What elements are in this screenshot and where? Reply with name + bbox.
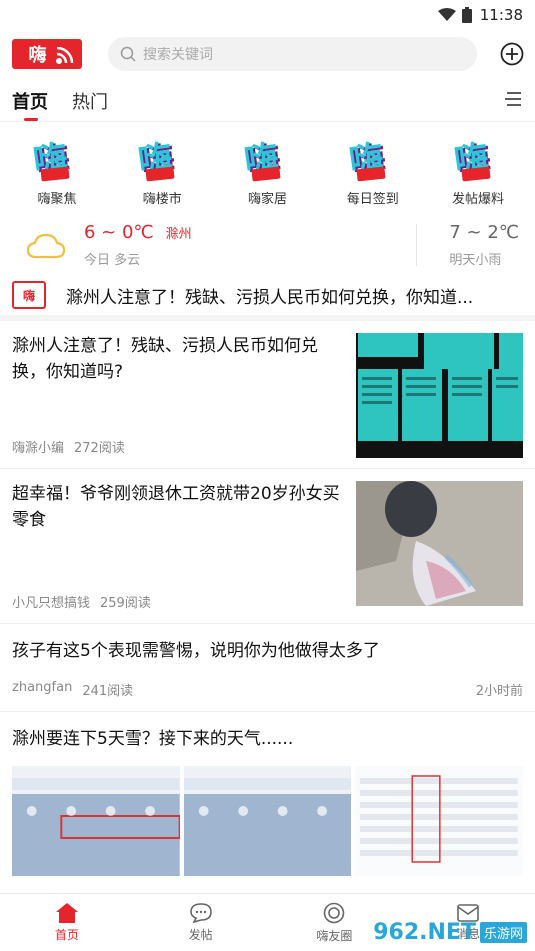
article-image: [183, 766, 352, 876]
list-item[interactable]: 滁州人注意了！残缺、污损人民币如何兑换，你知道吗? 嗨滁小编 272阅读: [0, 321, 535, 469]
status-bar: 11:38: [0, 0, 535, 30]
quick-link-focus[interactable]: 嗨 嗨聚焦: [14, 132, 100, 215]
menu-icon[interactable]: [505, 92, 521, 106]
article-meta: zhangfan 241阅读 2小时前: [12, 680, 523, 699]
article-author: zhangfan: [12, 680, 73, 695]
tab-hot[interactable]: 热门: [72, 81, 108, 121]
city-name: 滁州: [165, 227, 192, 242]
mail-icon: [457, 903, 479, 922]
article-image: [12, 766, 180, 876]
today-desc: 今日 多云: [84, 253, 141, 268]
top-bar: 嗨 搜索关键词: [0, 30, 535, 78]
today-temp: 6 ~ 0℃: [84, 222, 154, 243]
weather-widget[interactable]: 6 ~ 0℃ 滁州 今日 多云 7 ~ 2℃ 明天小雨: [0, 215, 535, 275]
app-logo[interactable]: 嗨: [12, 39, 82, 69]
ticker-text: 滁州人注意了！残缺、污损人民币如何兑换，你知道...: [66, 287, 474, 308]
plus-circle-icon: [500, 42, 524, 66]
quick-link-post[interactable]: 嗨 发帖爆料: [435, 132, 521, 215]
article-reads: 241阅读: [82, 684, 134, 699]
tomorrow-temp: 7 ~ 2℃: [449, 222, 519, 243]
cloudy-icon: [26, 233, 66, 259]
article-title: 孩子有这5个表现需警惕，说明你为他做得太多了: [12, 641, 380, 661]
article-image-row: [12, 766, 524, 876]
tomorrow-desc: 明天小雨: [449, 253, 502, 268]
article-meta: 嗨滁小编 272阅读: [12, 437, 342, 456]
logo-text: 嗨: [28, 45, 48, 66]
quick-link-label: 每日签到: [346, 192, 399, 207]
article-meta: 小凡只想搞钱 259阅读: [12, 592, 342, 611]
list-item[interactable]: 滁州要连下5天雪？接下来的天气......: [0, 712, 535, 876]
article-title: 超幸福！爷爷刚领退休工资就带20岁孙女买零食: [12, 484, 340, 530]
nav-home[interactable]: 首页: [0, 894, 134, 951]
quick-link-label: 发帖爆料: [451, 192, 504, 207]
battery-icon: [461, 7, 472, 23]
signal-icon: [56, 47, 74, 64]
chat-icon: [189, 902, 212, 923]
circle-icon: [324, 902, 345, 923]
quick-link-label: 嗨家居: [247, 192, 287, 207]
list-item[interactable]: 孩子有这5个表现需警惕，说明你为他做得太多了 zhangfan 241阅读 2小…: [0, 624, 535, 712]
watermark-text: 962.NET: [373, 920, 476, 945]
article-time: 2小时前: [475, 684, 523, 699]
hai-checkin-icon: 嗨: [346, 137, 386, 183]
nav-label: 嗨友圈: [316, 928, 353, 943]
quick-link-home[interactable]: 嗨 嗨家居: [225, 132, 311, 215]
nav-label: 首页: [54, 927, 79, 942]
status-icons: [437, 7, 472, 23]
tab-home[interactable]: 首页: [12, 81, 48, 121]
article-reads: 272阅读: [74, 441, 125, 456]
hai-post-icon: 嗨: [451, 137, 492, 183]
category-tabs: 首页 热门: [0, 78, 535, 122]
hai-focus-icon: 嗨: [30, 137, 71, 183]
clock: 11:38: [479, 6, 523, 24]
article-title: 滁州要连下5天雪？接下来的天气......: [12, 729, 294, 749]
today-weather: 6 ~ 0℃ 滁州 今日 多云: [84, 222, 192, 268]
quick-link-label: 嗨楼市: [142, 192, 182, 207]
article-reads: 259阅读: [100, 596, 151, 611]
search-icon: [120, 46, 136, 62]
search-bar[interactable]: 搜索关键词: [108, 37, 477, 71]
add-button[interactable]: [499, 41, 525, 67]
hai-news-icon: 嗨: [12, 281, 46, 309]
quick-link-label: 嗨聚焦: [37, 192, 77, 207]
quick-links: 嗨 嗨聚焦 嗨 嗨楼市 嗨 嗨家居 嗨 每日签到 嗨 发帖爆料: [0, 122, 535, 215]
home-icon: [55, 902, 78, 923]
news-ticker[interactable]: 嗨 滁州人注意了！残缺、污损人民币如何兑换，你知道...: [0, 275, 535, 321]
watermark-sub: 乐游网: [479, 922, 527, 943]
list-item[interactable]: 超幸福！爷爷刚领退休工资就带20岁孙女买零食 小凡只想搞钱 259阅读: [0, 469, 535, 624]
tomorrow-weather: 7 ~ 2℃ 明天小雨: [449, 222, 523, 268]
hai-property-icon: 嗨: [136, 137, 176, 183]
article-author: 小凡只想搞钱: [12, 596, 91, 611]
hai-home-icon: 嗨: [241, 137, 281, 183]
search-placeholder: 搜索关键词: [143, 47, 213, 63]
article-thumbnail: [356, 333, 523, 458]
article-image: [355, 766, 524, 876]
wifi-icon: [437, 8, 456, 21]
nav-label: 发帖: [188, 927, 213, 942]
weather-divider: [416, 224, 418, 266]
quick-link-property[interactable]: 嗨 嗨楼市: [119, 132, 205, 215]
nav-post[interactable]: 发帖: [134, 894, 268, 951]
article-thumbnail: [356, 481, 523, 606]
watermark: 962.NET 乐游网: [373, 920, 527, 945]
quick-link-checkin[interactable]: 嗨 每日签到: [330, 132, 416, 215]
article-title: 滁州人注意了！残缺、污损人民币如何兑换，你知道吗?: [12, 336, 318, 382]
article-author: 嗨滁小编: [12, 441, 65, 456]
